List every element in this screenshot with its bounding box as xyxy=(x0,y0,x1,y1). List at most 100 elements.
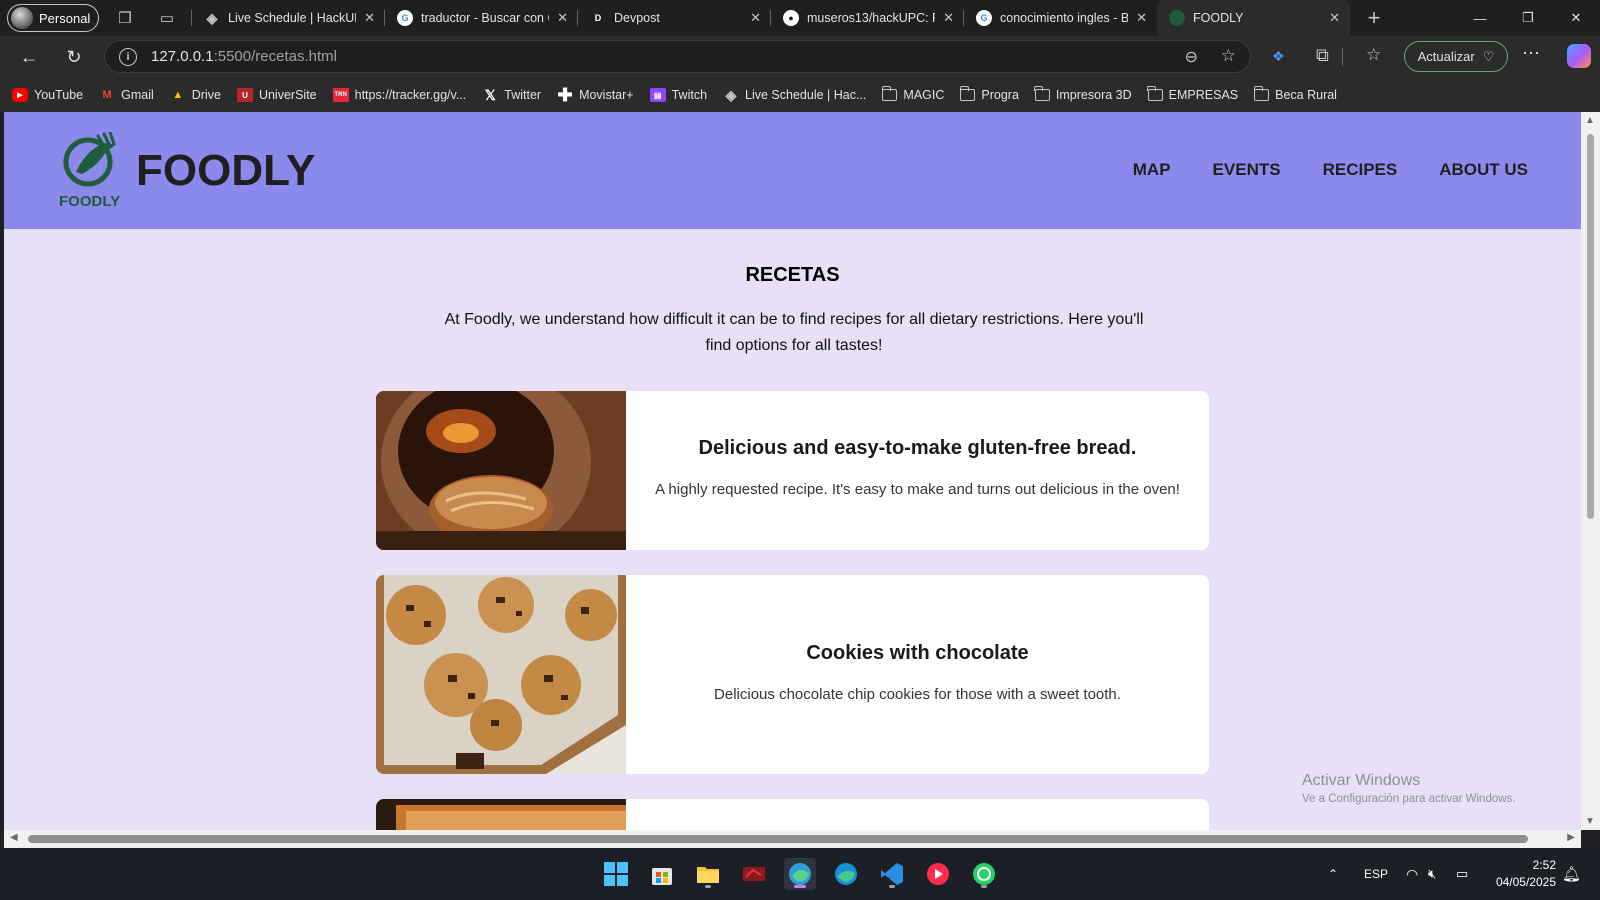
universite-icon: U xyxy=(236,88,253,102)
workspaces-icon[interactable]: ❒ xyxy=(113,6,137,30)
hackupc-diamond-icon: ◈ xyxy=(725,86,737,103)
tab-live-schedule[interactable]: ◈ Live Schedule | HackUPC ✕ xyxy=(192,0,385,36)
close-icon[interactable]: ✕ xyxy=(557,10,568,26)
bookmark-folder-magic[interactable]: MAGIC xyxy=(881,86,944,102)
copilot-icon[interactable] xyxy=(1567,44,1591,68)
update-button[interactable]: Actualizar ♡ xyxy=(1404,41,1508,72)
whatsapp-icon[interactable] xyxy=(968,858,1000,890)
nav-about-us[interactable]: ABOUT US xyxy=(1439,160,1528,180)
music-icon[interactable] xyxy=(922,858,954,890)
google-icon: G xyxy=(397,10,413,26)
tab-conocimiento-ingles[interactable]: G conocimiento ingles - B ✕ xyxy=(964,0,1157,36)
tray-chevron-icon[interactable]: ⌃ xyxy=(1328,848,1338,900)
close-icon[interactable]: ✕ xyxy=(1329,10,1340,26)
reload-icon[interactable]: ↻ xyxy=(58,41,90,73)
bookmark-folder-progra[interactable]: Progra xyxy=(959,86,1019,102)
folder-icon xyxy=(1147,86,1163,101)
clock-time: 2:52 xyxy=(1532,858,1556,872)
scroll-left-icon[interactable]: ◀ xyxy=(10,832,18,843)
avatar xyxy=(11,7,33,29)
chocolate-chip-cookies-image xyxy=(376,575,626,774)
more-menu-icon[interactable]: ⋯ xyxy=(1522,43,1540,64)
edge-beta-icon[interactable] xyxy=(784,858,816,890)
recipe-description: Delicious chocolate chip cookies for tho… xyxy=(714,686,1121,703)
url-text[interactable]: 127.0.0.1:5500/recetas.html xyxy=(151,48,337,65)
game-app-icon[interactable] xyxy=(738,858,770,890)
window-close-icon[interactable]: ✕ xyxy=(1553,0,1599,36)
github-icon: ● xyxy=(783,10,799,26)
bookmark-movistar[interactable]: ✚ Movistar+ xyxy=(557,85,634,105)
language-indicator[interactable]: ESP xyxy=(1364,848,1388,900)
main-nav: MAP EVENTS RECIPES ABOUT US xyxy=(1133,160,1528,180)
bookmark-gmail[interactable]: M Gmail xyxy=(99,88,154,102)
tab-foodly[interactable]: FOODLY ✕ xyxy=(1157,0,1350,36)
address-bar[interactable]: i 127.0.0.1:5500/recetas.html ⊖ ☆ xyxy=(104,40,1251,73)
foodly-icon xyxy=(1169,10,1185,26)
bookmark-tracker[interactable]: TRN https://tracker.gg/v... xyxy=(332,88,466,102)
battery-icon[interactable]: ▭ xyxy=(1456,848,1468,900)
scroll-right-icon[interactable]: ▶ xyxy=(1567,832,1575,843)
nav-events[interactable]: EVENTS xyxy=(1213,160,1281,180)
recipe-card[interactable]: Delicious and easy-to-make gluten-free b… xyxy=(376,391,1209,550)
recipe-card[interactable]: Cookies with chocolate Delicious chocola… xyxy=(376,575,1209,774)
google-icon: G xyxy=(976,10,992,26)
volume-muted-icon[interactable]: 🔇︎ xyxy=(1428,848,1436,900)
youtube-icon: ▶ xyxy=(12,88,28,102)
notification-bell-icon[interactable]: 🔔︎ xyxy=(1562,848,1581,900)
vscode-icon[interactable] xyxy=(876,858,908,890)
tab-github[interactable]: ● museros13/hackUPC: Pr ✕ xyxy=(771,0,964,36)
vertical-scrollbar[interactable]: ▲ ▼ xyxy=(1581,112,1600,830)
close-icon[interactable]: ✕ xyxy=(943,10,954,26)
wifi-icon[interactable]: ◠ xyxy=(1406,848,1418,900)
profile-button[interactable]: Personal xyxy=(7,4,99,32)
close-icon[interactable]: ✕ xyxy=(1136,10,1147,26)
tab-title: museros13/hackUPC: Pr xyxy=(807,11,936,25)
horizontal-scroll-thumb[interactable] xyxy=(28,835,1528,843)
scroll-down-icon[interactable]: ▼ xyxy=(1585,816,1595,827)
favorites-icon[interactable]: ☆ xyxy=(1366,45,1381,65)
system-clock[interactable]: 2:52 04/05/2025 xyxy=(1496,857,1556,891)
scroll-up-icon[interactable]: ▲ xyxy=(1585,115,1595,126)
devpost-icon: D xyxy=(590,10,606,26)
store-icon[interactable] xyxy=(646,858,678,890)
new-tab-icon[interactable]: + xyxy=(1362,5,1386,30)
horizontal-scrollbar[interactable]: ◀ ▶ xyxy=(4,830,1581,848)
foodly-logo[interactable]: FOODLY xyxy=(58,132,124,208)
tab-traductor[interactable]: G traductor - Buscar con Google ✕ xyxy=(385,0,578,36)
back-arrow-icon[interactable]: ← xyxy=(13,41,45,73)
windows-start-icon[interactable] xyxy=(600,858,632,890)
bookmark-folder-beca-rural[interactable]: Beca Rural xyxy=(1253,86,1337,102)
extensions-puzzle-icon[interactable]: ⧉ xyxy=(1316,45,1329,66)
tab-title: FOODLY xyxy=(1193,11,1244,25)
nav-recipes[interactable]: RECIPES xyxy=(1323,160,1398,180)
recipe-card[interactable] xyxy=(376,799,1209,830)
bookmark-youtube[interactable]: ▶ YouTube xyxy=(12,88,83,102)
recipe-title[interactable]: Cookies with chocolate xyxy=(626,642,1209,665)
brand-name[interactable]: FOODLY xyxy=(136,146,315,196)
tab-title: Live Schedule | HackUPC xyxy=(228,11,356,25)
nav-map[interactable]: MAP xyxy=(1133,160,1171,180)
bookmark-universite[interactable]: U UniverSite xyxy=(236,88,317,102)
bookmark-twitch[interactable]: ▤ Twitch xyxy=(649,88,707,102)
info-icon[interactable]: i xyxy=(119,47,137,66)
bookmark-folder-empresas[interactable]: EMPRESAS xyxy=(1147,86,1238,102)
edge-icon[interactable] xyxy=(830,858,862,890)
bookmark-live-schedule[interactable]: ◈ Live Schedule | Hac... xyxy=(723,86,867,103)
recipe-title[interactable]: Delicious and easy-to-make gluten-free b… xyxy=(626,437,1209,460)
close-icon[interactable]: ✕ xyxy=(364,10,375,26)
extension-icon[interactable]: ❖ xyxy=(1272,48,1285,65)
hackupc-diamond-icon: ◈ xyxy=(206,9,218,26)
bookmark-drive[interactable]: ▲ Drive xyxy=(170,88,221,102)
bookmark-folder-impresora[interactable]: Impresora 3D xyxy=(1034,86,1132,102)
bookmark-twitter[interactable]: 𝕏 Twitter xyxy=(482,87,541,103)
close-icon[interactable]: ✕ xyxy=(750,10,761,26)
file-explorer-icon[interactable] xyxy=(692,858,724,890)
minimize-icon[interactable]: — xyxy=(1457,0,1503,36)
vertical-scroll-thumb[interactable] xyxy=(1587,134,1594,519)
tab-actions-icon[interactable]: ▭ xyxy=(155,6,179,30)
tab-devpost[interactable]: D Devpost ✕ xyxy=(578,0,771,36)
favorite-star-icon[interactable]: ☆ xyxy=(1221,46,1236,66)
restore-icon[interactable]: ❐ xyxy=(1505,0,1551,36)
recipe-description: A highly requested recipe. It's easy to … xyxy=(655,481,1180,498)
zoom-icon[interactable]: ⊖ xyxy=(1185,47,1198,67)
